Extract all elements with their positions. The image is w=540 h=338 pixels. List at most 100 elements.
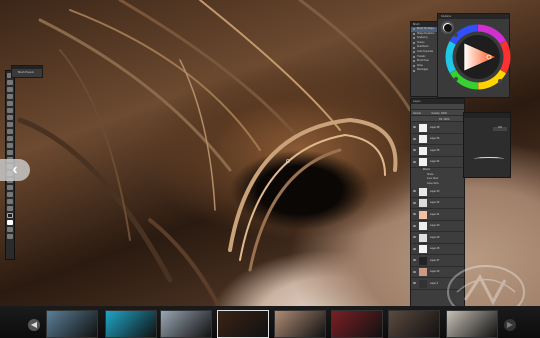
layer-row[interactable]: Layer 31 [411,209,464,221]
layer-name: Layer 36 [430,137,440,140]
eye-icon[interactable] [413,126,416,128]
eye-icon[interactable] [413,282,416,284]
quick-select-tool-icon[interactable] [7,94,13,99]
brush-size-value[interactable]: 226 [493,127,507,131]
effects-label: Effects [423,169,430,171]
layer-thumbnail [419,187,427,196]
color-wheel-panel: Coolorus [437,13,511,99]
layer-name: Layer 3 [430,281,438,285]
layer-row[interactable]: Layer 30 [411,221,464,232]
brush-option-label: Shape Dynamics [417,32,435,35]
brush-option-label: Noise [417,64,423,67]
checkbox[interactable] [413,64,415,67]
brush-option-label: Brush Tip Shape [417,28,434,30]
layer-row[interactable]: Layer 29 [411,232,464,244]
layer-thumbnail [419,135,427,143]
eye-icon[interactable] [413,236,416,238]
brush-presets-panel[interactable]: Brush Presets [11,65,43,78]
checkbox[interactable] [413,37,415,40]
layer-name: Layer 33 [430,189,440,193]
gradient-tool-icon[interactable] [7,150,13,155]
eye-icon[interactable] [413,259,416,261]
brush-stroke-preview [474,157,504,161]
layer-row[interactable]: Layer 32 [411,198,464,209]
filmstrip-thumbnail[interactable] [274,310,326,338]
filmstrip-thumbnail[interactable] [105,310,157,338]
checkbox[interactable] [413,51,415,54]
layer-thumbnail [419,256,427,265]
checkbox[interactable] [413,41,415,44]
layer-thumbnail [419,233,427,242]
filmstrip-thumbnail[interactable] [160,310,212,338]
layer-row[interactable]: Layer 33 [411,186,464,198]
eye-icon[interactable] [413,137,416,140]
eye-icon[interactable] [413,270,416,273]
color-wheel[interactable] [438,19,511,99]
screen-mode-icon[interactable] [7,234,13,239]
eyedropper-tool-icon[interactable] [7,108,13,113]
opacity-value[interactable]: 100% [441,112,447,115]
layer-name: Layer 27 [430,258,440,262]
eye-icon[interactable] [413,190,416,192]
foreground-color-swatch[interactable] [7,213,13,218]
filmstrip-thumbnail[interactable] [446,310,498,338]
layer-name: Layer 26 [430,270,440,273]
checkbox[interactable] [413,60,415,63]
eye-icon[interactable] [413,247,416,250]
brush-option-label: Transfer [417,55,426,58]
fill-value[interactable]: 100% [443,118,449,121]
layer-row[interactable]: Layer 35 [411,145,464,157]
eye-icon[interactable] [413,224,416,227]
layer-name: Layer 38 [430,125,440,129]
clone-stamp-tool-icon[interactable] [7,129,13,134]
lasso-tool-icon[interactable] [7,87,13,92]
eye-icon[interactable] [413,149,416,151]
healing-tool-icon[interactable] [7,115,13,120]
checkbox[interactable] [413,32,415,35]
quick-mask-icon[interactable] [7,227,13,232]
crop-tool-icon[interactable] [7,101,13,106]
layer-thumbnail [419,199,427,207]
layer-row[interactable]: Layer 28 [411,244,464,255]
layer-row[interactable]: Layer 38 [411,122,464,134]
brush-option-label: Wet Edges [417,69,429,72]
layer-thumbnail [419,279,427,288]
filmstrip: ◀ ▶ [0,306,540,338]
brush-option[interactable]: Wet Edges [411,68,437,73]
eye-icon[interactable] [413,213,416,215]
layer-thumbnail [419,222,427,230]
layer-thumbnail [419,245,427,253]
zoom-tool-icon[interactable] [7,206,13,211]
path-select-tool-icon[interactable] [7,185,13,190]
layer-thumbnail [419,123,427,132]
marquee-tool-icon[interactable] [7,80,13,85]
checkbox[interactable] [413,28,415,31]
brush-tool-icon[interactable] [7,122,13,127]
brush-option-label: Dual Brush [417,46,429,49]
shape-tool-icon[interactable] [7,192,13,197]
eye-icon[interactable] [413,160,416,163]
opacity-label: Opacity: [431,111,441,115]
layer-thumbnail [419,158,427,166]
checkbox[interactable] [413,46,415,49]
filmstrip-thumbnail[interactable] [46,310,98,338]
filmstrip-thumbnail[interactable] [217,310,269,338]
layer-row[interactable]: Layer 34 [411,157,464,168]
layer-row[interactable]: Layer 36 [411,134,464,145]
blend-mode-select[interactable]: Normal [413,112,421,115]
eraser-tool-icon[interactable] [7,143,13,148]
previous-image-button[interactable]: ‹ [0,159,30,181]
brush-option-label: Scattering [417,37,428,40]
layer-name: Layer 29 [430,235,440,239]
history-brush-tool-icon[interactable] [7,136,13,141]
checkbox[interactable] [413,69,415,72]
hand-tool-icon[interactable] [7,199,13,204]
checkbox[interactable] [413,55,415,58]
filmstrip-thumbnail[interactable] [331,310,383,338]
circle-arrow-right-icon[interactable]: ▶ [504,319,516,331]
eye-icon[interactable] [413,201,416,204]
circle-arrow-left-icon[interactable]: ◀ [28,319,40,331]
filmstrip-thumbnail[interactable] [388,310,440,338]
background-color-swatch[interactable] [7,220,13,225]
brush-preview-panel: 226 [463,112,511,178]
